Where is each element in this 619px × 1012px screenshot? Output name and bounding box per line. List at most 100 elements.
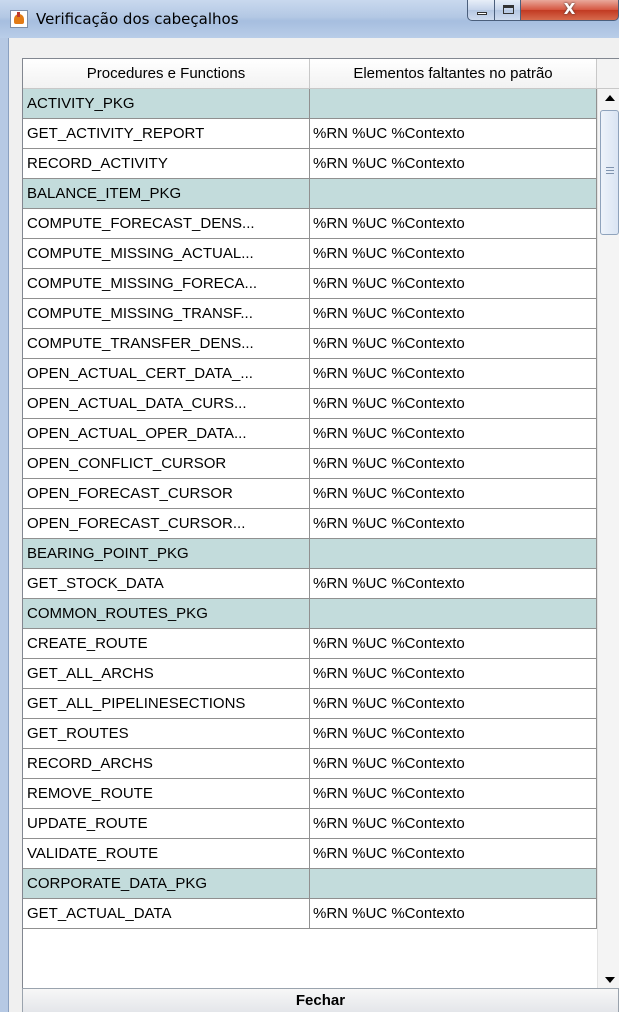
missing-elements-cell[interactable]: %RN %UC %Contexto	[310, 299, 597, 329]
table-row[interactable]: UPDATE_ROUTE %RN %UC %Contexto	[23, 809, 597, 839]
missing-elements-cell[interactable]: %RN %UC %Contexto	[310, 419, 597, 449]
package-row[interactable]: BEARING_POINT_PKG	[23, 539, 597, 569]
missing-elements-cell[interactable]: %RN %UC %Contexto	[310, 569, 597, 599]
table-row[interactable]: CREATE_ROUTE %RN %UC %Contexto	[23, 629, 597, 659]
procedure-name-cell[interactable]: GET_ALL_PIPELINESECTIONS	[23, 689, 310, 719]
procedure-name-cell[interactable]: OPEN_FORECAST_CURSOR...	[23, 509, 310, 539]
title-bar[interactable]: Verificação dos cabeçalhos X	[0, 0, 619, 38]
procedure-name-cell[interactable]: COMPUTE_MISSING_TRANSF...	[23, 299, 310, 329]
table-row[interactable]: COMPUTE_MISSING_FORECA... %RN %UC %Contex…	[23, 269, 597, 299]
scrollbar-thumb[interactable]	[600, 110, 619, 235]
table-row[interactable]: OPEN_FORECAST_CURSOR... %RN %UC %Contexto	[23, 509, 597, 539]
procedure-name-cell[interactable]: COMPUTE_FORECAST_DENS...	[23, 209, 310, 239]
table-body: ACTIVITY_PKG GET_ACTIVITY_REPORT %RN %UC %…	[23, 89, 597, 988]
scroll-up-button[interactable]	[599, 90, 619, 107]
minimize-icon	[477, 12, 487, 15]
missing-elements-cell[interactable]	[310, 89, 597, 119]
package-name-cell[interactable]: CORPORATE_DATA_PKG	[23, 869, 310, 899]
package-name-cell[interactable]: BEARING_POINT_PKG	[23, 539, 310, 569]
procedure-name-cell[interactable]: OPEN_ACTUAL_CERT_DATA_...	[23, 359, 310, 389]
missing-elements-cell[interactable]: %RN %UC %Contexto	[310, 329, 597, 359]
minimize-button[interactable]	[467, 0, 495, 21]
scroll-down-button[interactable]	[599, 971, 619, 988]
procedure-name-cell[interactable]: GET_ROUTES	[23, 719, 310, 749]
missing-elements-cell[interactable]: %RN %UC %Contexto	[310, 119, 597, 149]
table-row[interactable]: COMPUTE_TRANSFER_DENS... %RN %UC %Context…	[23, 329, 597, 359]
table-row[interactable]: OPEN_ACTUAL_CERT_DATA_... %RN %UC %Contex…	[23, 359, 597, 389]
missing-elements-cell[interactable]: %RN %UC %Contexto	[310, 239, 597, 269]
table-row[interactable]: RECORD_ACTIVITY %RN %UC %Contexto	[23, 149, 597, 179]
missing-elements-cell[interactable]	[310, 539, 597, 569]
table-row[interactable]: RECORD_ARCHS %RN %UC %Contexto	[23, 749, 597, 779]
procedure-name-cell[interactable]: GET_ACTIVITY_REPORT	[23, 119, 310, 149]
column-header-procedures[interactable]: Procedures e Functions	[23, 59, 310, 89]
table-row[interactable]: REMOVE_ROUTE %RN %UC %Contexto	[23, 779, 597, 809]
window-frame-left	[0, 38, 8, 1012]
procedure-name-cell[interactable]: GET_STOCK_DATA	[23, 569, 310, 599]
missing-elements-cell[interactable]: %RN %UC %Contexto	[310, 449, 597, 479]
maximize-button[interactable]	[494, 0, 521, 21]
table-row[interactable]: GET_ALL_ARCHS %RN %UC %Contexto	[23, 659, 597, 689]
missing-elements-cell[interactable]	[310, 599, 597, 629]
procedure-name-cell[interactable]: OPEN_ACTUAL_DATA_CURS...	[23, 389, 310, 419]
procedure-name-cell[interactable]: GET_ALL_ARCHS	[23, 659, 310, 689]
missing-elements-cell[interactable]: %RN %UC %Contexto	[310, 749, 597, 779]
procedure-name-cell[interactable]: GET_ACTUAL_DATA	[23, 899, 310, 929]
missing-elements-cell[interactable]: %RN %UC %Contexto	[310, 899, 597, 929]
missing-elements-cell[interactable]: %RN %UC %Contexto	[310, 719, 597, 749]
table-row[interactable]: COMPUTE_MISSING_ACTUAL... %RN %UC %Contex…	[23, 239, 597, 269]
procedure-name-cell[interactable]: CREATE_ROUTE	[23, 629, 310, 659]
procedure-name-cell[interactable]: COMPUTE_MISSING_ACTUAL...	[23, 239, 310, 269]
column-header-missing-elements[interactable]: Elementos faltantes no patrão	[310, 59, 597, 89]
table-row[interactable]: GET_ACTIVITY_REPORT %RN %UC %Contexto	[23, 119, 597, 149]
missing-elements-cell[interactable]	[310, 179, 597, 209]
table-row[interactable]: OPEN_FORECAST_CURSOR %RN %UC %Contexto	[23, 479, 597, 509]
grip-line	[606, 167, 614, 168]
table-row[interactable]: COMPUTE_FORECAST_DENS... %RN %UC %Context…	[23, 209, 597, 239]
missing-elements-cell[interactable]: %RN %UC %Contexto	[310, 479, 597, 509]
procedure-name-cell[interactable]: OPEN_ACTUAL_OPER_DATA...	[23, 419, 310, 449]
missing-elements-cell[interactable]: %RN %UC %Contexto	[310, 509, 597, 539]
package-row[interactable]: ACTIVITY_PKG	[23, 89, 597, 119]
package-name-cell[interactable]: BALANCE_ITEM_PKG	[23, 179, 310, 209]
procedure-name-cell[interactable]: UPDATE_ROUTE	[23, 809, 310, 839]
table-row[interactable]: GET_ACTUAL_DATA %RN %UC %Contexto	[23, 899, 597, 929]
table-row[interactable]: OPEN_ACTUAL_OPER_DATA... %RN %UC %Context…	[23, 419, 597, 449]
missing-elements-cell[interactable]: %RN %UC %Contexto	[310, 389, 597, 419]
package-name-cell[interactable]: ACTIVITY_PKG	[23, 89, 310, 119]
procedure-name-cell[interactable]: RECORD_ARCHS	[23, 749, 310, 779]
table-row[interactable]: GET_ALL_PIPELINESECTIONS %RN %UC %Context…	[23, 689, 597, 719]
table-row[interactable]: GET_STOCK_DATA %RN %UC %Contexto	[23, 569, 597, 599]
missing-elements-cell[interactable]: %RN %UC %Contexto	[310, 269, 597, 299]
missing-elements-cell[interactable]: %RN %UC %Contexto	[310, 359, 597, 389]
table-row[interactable]: OPEN_CONFLICT_CURSOR %RN %UC %Contexto	[23, 449, 597, 479]
headers-table: Procedures e Functions Elementos faltant…	[22, 58, 619, 988]
vertical-scrollbar[interactable]	[597, 89, 619, 988]
missing-elements-cell[interactable]: %RN %UC %Contexto	[310, 689, 597, 719]
package-row[interactable]: CORPORATE_DATA_PKG	[23, 869, 597, 899]
table-row[interactable]: COMPUTE_MISSING_TRANSF... %RN %UC %Contex…	[23, 299, 597, 329]
table-row[interactable]: VALIDATE_ROUTE %RN %UC %Contexto	[23, 839, 597, 869]
missing-elements-cell[interactable]: %RN %UC %Contexto	[310, 629, 597, 659]
package-row[interactable]: COMMON_ROUTES_PKG	[23, 599, 597, 629]
missing-elements-cell[interactable]: %RN %UC %Contexto	[310, 779, 597, 809]
procedure-name-cell[interactable]: RECORD_ACTIVITY	[23, 149, 310, 179]
missing-elements-cell[interactable]: %RN %UC %Contexto	[310, 149, 597, 179]
procedure-name-cell[interactable]: COMPUTE_MISSING_FORECA...	[23, 269, 310, 299]
missing-elements-cell[interactable]: %RN %UC %Contexto	[310, 209, 597, 239]
missing-elements-cell[interactable]	[310, 869, 597, 899]
package-row[interactable]: BALANCE_ITEM_PKG	[23, 179, 597, 209]
close-button[interactable]: Fechar	[22, 988, 619, 1012]
procedure-name-cell[interactable]: OPEN_FORECAST_CURSOR	[23, 479, 310, 509]
procedure-name-cell[interactable]: VALIDATE_ROUTE	[23, 839, 310, 869]
procedure-name-cell[interactable]: COMPUTE_TRANSFER_DENS...	[23, 329, 310, 359]
procedure-name-cell[interactable]: REMOVE_ROUTE	[23, 779, 310, 809]
table-row[interactable]: GET_ROUTES %RN %UC %Contexto	[23, 719, 597, 749]
procedure-name-cell[interactable]: OPEN_CONFLICT_CURSOR	[23, 449, 310, 479]
missing-elements-cell[interactable]: %RN %UC %Contexto	[310, 839, 597, 869]
missing-elements-cell[interactable]: %RN %UC %Contexto	[310, 659, 597, 689]
table-row[interactable]: OPEN_ACTUAL_DATA_CURS... %RN %UC %Context…	[23, 389, 597, 419]
close-window-button[interactable]: X	[520, 0, 619, 21]
missing-elements-cell[interactable]: %RN %UC %Contexto	[310, 809, 597, 839]
package-name-cell[interactable]: COMMON_ROUTES_PKG	[23, 599, 310, 629]
